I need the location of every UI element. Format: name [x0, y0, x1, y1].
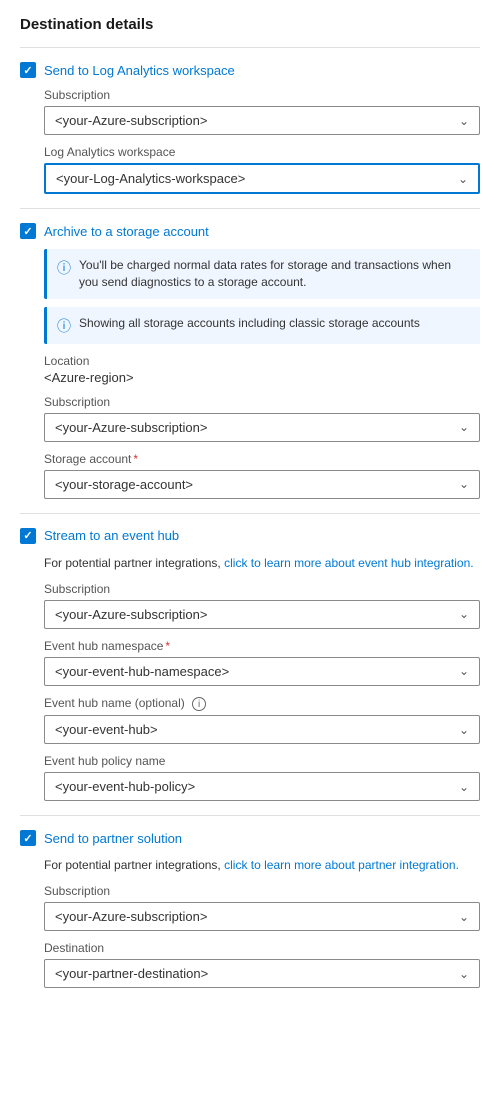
la-subscription-dropdown[interactable]: <your-Azure-subscription> ⌄	[44, 106, 480, 135]
storage-subscription-arrow: ⌄	[459, 420, 469, 434]
storage-info-text-1: You'll be charged normal data rates for …	[79, 257, 470, 291]
section-divider-3	[20, 815, 480, 816]
la-subscription-arrow: ⌄	[459, 114, 469, 128]
storage-account-dropdown[interactable]: <your-storage-account> ⌄	[44, 470, 480, 499]
storage-required-star: *	[133, 452, 138, 466]
ps-subscription-dropdown[interactable]: <your-Azure-subscription> ⌄	[44, 902, 480, 931]
ps-destination-value: <your-partner-destination>	[55, 966, 208, 981]
eh-hub-name-value: <your-event-hub>	[55, 722, 158, 737]
ps-destination-arrow: ⌄	[459, 967, 469, 981]
event-hub-partner-info: For potential partner integrations, clic…	[44, 554, 480, 572]
partner-solution-link[interactable]: click to learn more about partner integr…	[224, 858, 459, 872]
section-divider-2	[20, 513, 480, 514]
eh-policy-value: <your-event-hub-policy>	[55, 779, 195, 794]
storage-account-label: Storage account*	[44, 452, 480, 466]
eh-hub-name-dropdown[interactable]: <your-event-hub> ⌄	[44, 715, 480, 744]
location-label: Location	[44, 354, 480, 368]
la-workspace-value: <your-Log-Analytics-workspace>	[56, 171, 245, 186]
log-analytics-label: Send to Log Analytics workspace	[44, 63, 235, 78]
ps-subscription-label: Subscription	[44, 884, 480, 898]
storage-info-box-1: ⓘ You'll be charged normal data rates fo…	[44, 249, 480, 299]
top-divider	[20, 47, 480, 48]
storage-subscription-value: <your-Azure-subscription>	[55, 420, 207, 435]
info-icon-1: ⓘ	[57, 258, 71, 278]
page-title: Destination details	[20, 16, 480, 33]
info-icon-2: ⓘ	[57, 316, 71, 336]
partner-fields: For potential partner integrations, clic…	[20, 856, 480, 988]
partner-section-header: Send to partner solution	[20, 830, 480, 846]
la-workspace-arrow: ⌄	[458, 172, 468, 186]
log-analytics-checkbox[interactable]	[20, 62, 36, 78]
storage-label: Archive to a storage account	[44, 224, 209, 239]
storage-section-header: Archive to a storage account	[20, 223, 480, 239]
location-value: <Azure-region>	[44, 370, 480, 385]
storage-account-arrow: ⌄	[459, 477, 469, 491]
eh-policy-arrow: ⌄	[459, 780, 469, 794]
storage-subscription-label: Subscription	[44, 395, 480, 409]
eh-hub-name-label: Event hub name (optional) i	[44, 696, 480, 712]
storage-fields: ⓘ You'll be charged normal data rates fo…	[20, 249, 480, 499]
ps-destination-dropdown[interactable]: <your-partner-destination> ⌄	[44, 959, 480, 988]
storage-info-box-2: ⓘ Showing all storage accounts including…	[44, 307, 480, 344]
log-analytics-section-header: Send to Log Analytics workspace	[20, 62, 480, 78]
section-divider-1	[20, 208, 480, 209]
la-workspace-label: Log Analytics workspace	[44, 145, 480, 159]
partner-label: Send to partner solution	[44, 831, 182, 846]
la-workspace-dropdown[interactable]: <your-Log-Analytics-workspace> ⌄	[44, 163, 480, 194]
partner-checkbox[interactable]	[20, 830, 36, 846]
storage-account-value: <your-storage-account>	[55, 477, 193, 492]
event-hub-label: Stream to an event hub	[44, 528, 179, 543]
eh-namespace-label: Event hub namespace*	[44, 639, 480, 653]
storage-info-text-2: Showing all storage accounts including c…	[79, 315, 420, 332]
eh-policy-label: Event hub policy name	[44, 754, 480, 768]
ps-destination-label: Destination	[44, 941, 480, 955]
eh-hub-name-arrow: ⌄	[459, 723, 469, 737]
event-hub-section-header: Stream to an event hub	[20, 528, 480, 544]
eh-namespace-dropdown[interactable]: <your-event-hub-namespace> ⌄	[44, 657, 480, 686]
eh-namespace-value: <your-event-hub-namespace>	[55, 664, 229, 679]
eh-subscription-value: <your-Azure-subscription>	[55, 607, 207, 622]
eh-subscription-label: Subscription	[44, 582, 480, 596]
eh-subscription-arrow: ⌄	[459, 607, 469, 621]
hub-name-info-icon[interactable]: i	[192, 697, 206, 711]
log-analytics-fields: Subscription <your-Azure-subscription> ⌄…	[20, 88, 480, 194]
eh-subscription-dropdown[interactable]: <your-Azure-subscription> ⌄	[44, 600, 480, 629]
event-hub-checkbox[interactable]	[20, 528, 36, 544]
storage-subscription-dropdown[interactable]: <your-Azure-subscription> ⌄	[44, 413, 480, 442]
eh-namespace-arrow: ⌄	[459, 664, 469, 678]
event-hub-partner-link[interactable]: click to learn more about event hub inte…	[224, 556, 473, 570]
ps-subscription-value: <your-Azure-subscription>	[55, 909, 207, 924]
partner-solution-info: For potential partner integrations, clic…	[44, 856, 480, 874]
storage-checkbox[interactable]	[20, 223, 36, 239]
eh-namespace-required: *	[165, 639, 170, 653]
la-subscription-label: Subscription	[44, 88, 480, 102]
event-hub-fields: For potential partner integrations, clic…	[20, 554, 480, 802]
ps-subscription-arrow: ⌄	[459, 910, 469, 924]
eh-policy-dropdown[interactable]: <your-event-hub-policy> ⌄	[44, 772, 480, 801]
la-subscription-value: <your-Azure-subscription>	[55, 113, 207, 128]
